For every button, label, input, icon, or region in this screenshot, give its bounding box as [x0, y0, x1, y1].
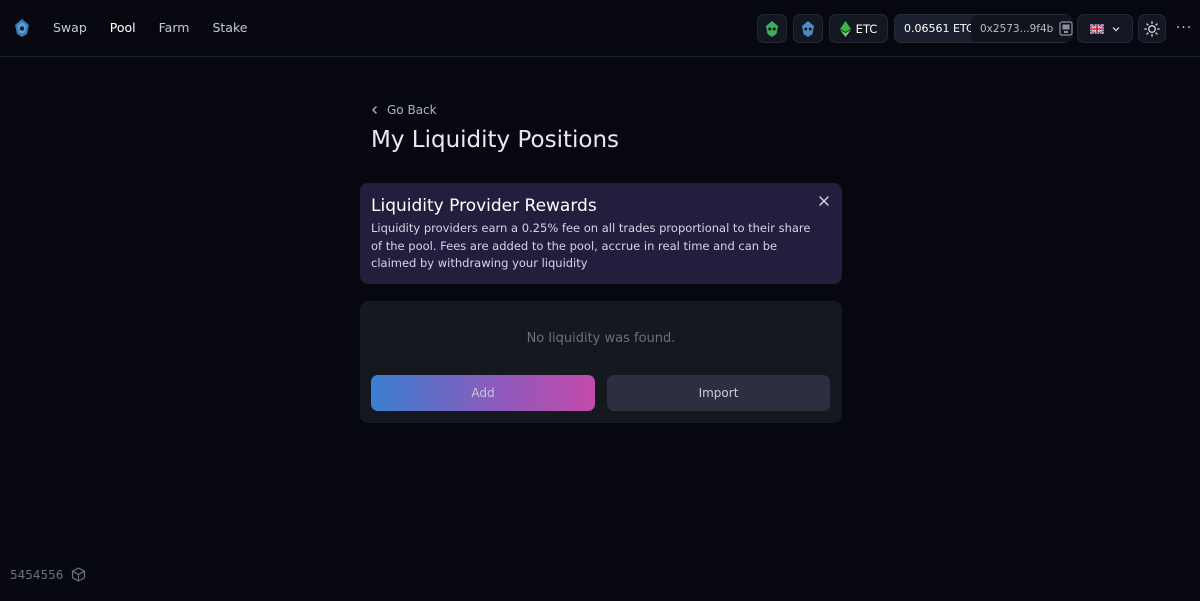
green-token-icon	[766, 20, 778, 37]
more-menu-button[interactable]: ···	[1174, 18, 1194, 38]
empty-state-message: No liquidity was found.	[526, 331, 676, 346]
network-selector-button[interactable]: ETC	[829, 14, 888, 43]
avatar-icon	[1059, 21, 1073, 36]
chevron-down-icon	[1112, 26, 1119, 31]
blue-token-button[interactable]	[793, 14, 823, 43]
uk-flag-icon	[1089, 23, 1104, 34]
wallet-address[interactable]: 0x2573...9f4b	[971, 15, 1074, 42]
nav-item-stake[interactable]: Stake	[212, 19, 247, 37]
add-liquidity-button[interactable]: Add	[371, 375, 595, 411]
language-selector[interactable]	[1077, 14, 1133, 43]
more-dots-icon: ···	[1175, 20, 1193, 36]
sun-icon	[1144, 20, 1160, 37]
nav-item-swap[interactable]: Swap	[53, 19, 87, 37]
wallet-account-button[interactable]: 0.06561 ETC 0x2573...9f4b	[894, 14, 1074, 43]
block-number: 5454556	[10, 567, 64, 582]
close-icon[interactable]	[816, 193, 832, 209]
go-back-label: Go Back	[387, 103, 437, 117]
theme-toggle-button[interactable]	[1138, 14, 1166, 43]
block-number-indicator[interactable]: 5454556	[10, 567, 86, 582]
nav-item-pool[interactable]: Pool	[110, 19, 136, 37]
wallet-balance: 0.06561 ETC	[904, 22, 974, 35]
rewards-description: Liquidity providers earn a 0.25% fee on …	[371, 221, 811, 270]
wallet-address-text: 0x2573...9f4b	[980, 22, 1054, 35]
app-logo-icon[interactable]	[12, 18, 32, 38]
cube-icon	[72, 567, 86, 582]
green-token-button[interactable]	[757, 14, 787, 43]
liquidity-rewards-info-card: Liquidity Provider Rewards Liquidity pro…	[360, 183, 842, 284]
chevron-left-icon	[372, 106, 377, 114]
go-back-link[interactable]: Go Back	[371, 103, 437, 117]
blue-token-icon	[802, 20, 814, 37]
import-pool-button[interactable]: Import	[607, 375, 830, 411]
rewards-title: Liquidity Provider Rewards	[371, 196, 597, 216]
nav-item-farm[interactable]: Farm	[159, 19, 190, 37]
network-label: ETC	[855, 21, 878, 36]
liquidity-positions-panel: No liquidity was found. Add Import	[360, 301, 842, 423]
main-nav: Swap Pool Farm Stake	[53, 19, 270, 37]
top-nav-bar: Swap Pool Farm Stake ETC 0.06561 ETC 0x2…	[0, 0, 1200, 57]
etc-diamond-icon	[839, 20, 851, 37]
page-title: My Liquidity Positions	[371, 127, 620, 153]
